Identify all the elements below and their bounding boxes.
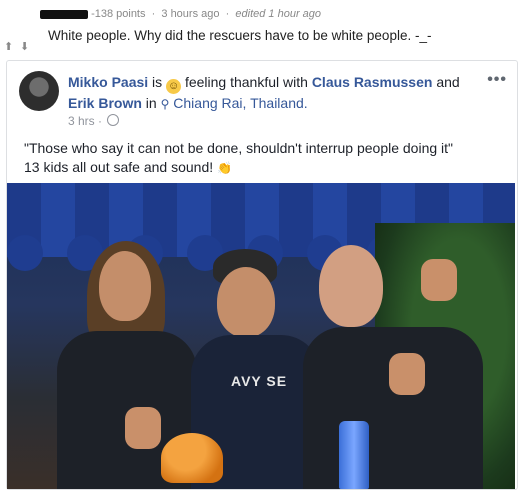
person-right-body <box>303 327 483 489</box>
in-word: in <box>145 95 157 111</box>
thumbs-up-hand <box>389 353 425 395</box>
post-photo[interactable]: AVY SE <box>7 183 515 489</box>
post-text: "Those who say it can not be done, shoul… <box>24 139 504 178</box>
tagged-person-2[interactable]: Erik Brown <box>68 95 142 111</box>
tagged-person-1[interactable]: Claus Rasmussen <box>312 74 433 90</box>
comment-points: -138 points <box>91 8 146 20</box>
comment-edited: edited 1 hour ago <box>235 8 322 20</box>
feeling-text: feeling thankful with <box>184 74 308 90</box>
is-word: is <box>152 74 163 90</box>
post-time-text[interactable]: 3 hrs <box>68 114 95 128</box>
comment-time: 3 hours ago <box>161 8 220 20</box>
thumbs-up-hand <box>125 407 161 449</box>
post-quote: "Those who say it can not be done, shoul… <box>24 140 454 156</box>
facebook-post: Mikko Paasi is ☺ feeling thankful with C… <box>6 60 518 490</box>
location-link[interactable]: Chiang Rai, Thailand. <box>173 95 307 111</box>
downvote-arrow-icon[interactable]: ⬇ <box>20 40 29 53</box>
person-middle-head <box>217 267 275 337</box>
post-time: 3 hrs · <box>68 114 120 128</box>
post-header-line1: Mikko Paasi is ☺ feeling thankful with C… <box>68 74 460 94</box>
more-options-icon[interactable]: ••• <box>487 71 507 89</box>
post-header-line2: Erik Brown in ⚲ Chiang Rai, Thailand. <box>68 95 308 111</box>
comment-meta: -138 points · 3 hours ago · edited 1 hou… <box>40 8 321 20</box>
post-line2-wrap: 13 kids all out safe and sound! 👏 <box>24 158 504 178</box>
author-name[interactable]: Mikko Paasi <box>68 74 148 90</box>
reddit-comment: -138 points · 3 hours ago · edited 1 hou… <box>0 0 522 60</box>
upvote-arrow-icon[interactable]: ⬆ <box>4 40 13 53</box>
person-right-head <box>319 245 383 327</box>
awning-scallop <box>7 235 43 271</box>
redacted-username <box>40 9 88 19</box>
clap-emoji-icon: 👏 <box>217 161 232 175</box>
globe-icon <box>107 114 120 126</box>
smile-emoji-icon: ☺ <box>166 79 182 94</box>
person-left-head <box>99 251 151 321</box>
water-bottle <box>339 421 369 489</box>
post-line2: 13 kids all out safe and sound! <box>24 159 214 175</box>
location-pin-icon: ⚲ <box>160 97 170 111</box>
and-word: and <box>436 74 460 90</box>
comment-text: White people. Why did the rescuers have … <box>48 28 432 43</box>
shirt-text: AVY SE <box>231 373 288 389</box>
avatar[interactable] <box>19 71 59 111</box>
orange-helmet <box>161 433 223 483</box>
thumbs-up-hand <box>421 259 457 301</box>
